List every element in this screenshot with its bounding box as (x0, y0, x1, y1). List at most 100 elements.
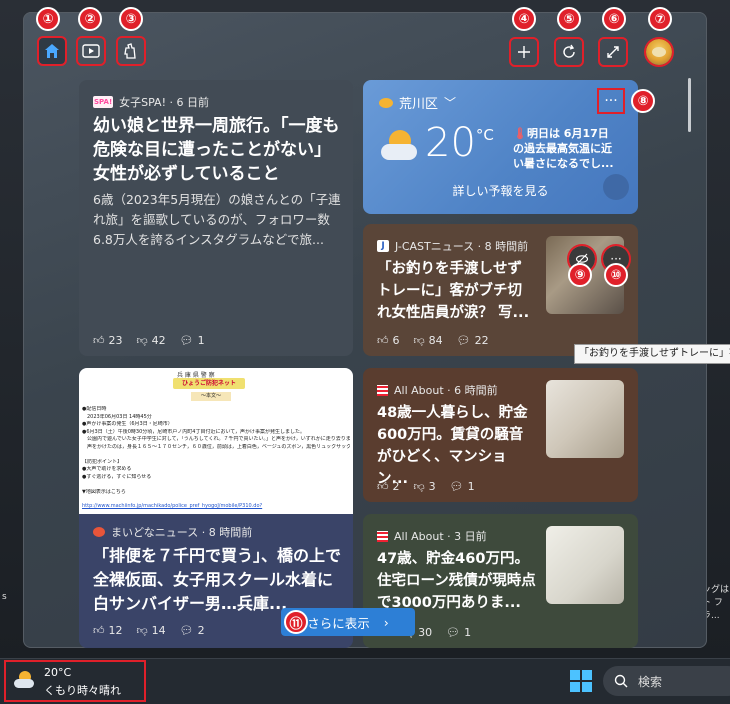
profile-button[interactable] (644, 37, 674, 67)
badge-11: ⑪ (284, 610, 308, 634)
sun-cloud-icon (379, 97, 393, 108)
comment-icon: 💬︎ (179, 624, 194, 637)
scrollbar[interactable] (688, 78, 691, 132)
dislike-button[interactable]: 👎︎ 3 (414, 480, 436, 493)
news-card-1[interactable]: SPA! 女子SPA! · 6 日前 幼い娘と世界一周旅行。「一度も危険な目に遭… (79, 80, 353, 356)
taskbar: 20°C くもり時々晴れ 検索 (0, 658, 730, 704)
home-button[interactable] (37, 36, 67, 66)
article-image[interactable]: 兵 庫 県 警 察 ひょうご防犯ネット ～本文～ ●配信日時 2023年06月0… (79, 368, 353, 514)
source-logo (377, 530, 388, 542)
comment-button[interactable]: 💬︎ 2 (180, 624, 205, 637)
reaction-bar: 👍︎ 6 👎︎ 84 💬︎ 22 (377, 334, 489, 347)
badge-5: ⑤ (557, 7, 581, 31)
taskbar-temp: 20°C (44, 666, 72, 679)
comment-icon: 💬︎ (446, 626, 461, 639)
image-text-line: 公園内で遊んでいた女子中学生に対して，「うんちしてくれ。７千円で買いたい。」と声… (82, 436, 350, 442)
news-card-3[interactable]: 兵 庫 県 警 察 ひょうご防犯ネット ～本文～ ●配信日時 2023年06月0… (79, 368, 353, 648)
start-button[interactable] (570, 670, 592, 692)
expand-icon (607, 46, 619, 58)
image-text-line: ▼地図表示はこちら (82, 488, 126, 495)
refresh-button[interactable] (554, 37, 584, 67)
chevron-down-icon[interactable]: ﹀ (444, 94, 456, 111)
reaction-bar: 👍︎ 12 👎︎ 14 💬︎ 2 (93, 624, 205, 637)
title-tooltip: 「お釣りを手渡しせずトレーに」客が (574, 344, 730, 364)
like-button[interactable]: 👍︎ 23 (93, 334, 123, 347)
thumbs-up-icon: 👍︎ (377, 480, 389, 493)
comment-button[interactable]: 💬︎ 1 (446, 626, 471, 639)
comment-button[interactable]: 💬︎ 1 (450, 480, 475, 493)
games-button[interactable] (116, 36, 146, 66)
reaction-bar: 👍︎ 2 👎︎ 3 💬︎ 1 (377, 480, 475, 493)
side-text-left: s (2, 592, 7, 602)
news-card-2[interactable]: J J-CASTニュース · 8 時間前 「お釣りを手渡しせずトレーに」客がブチ… (363, 224, 638, 356)
thumbs-down-icon: 👎︎ (136, 334, 148, 347)
search-placeholder: 検索 (638, 674, 663, 689)
image-text-line: 声をかけたのは，身長１６５～１７０センチ，６０歳位，前頭は，上着白色，ベージュの… (87, 443, 350, 450)
badge-4: ④ (512, 7, 536, 31)
weather-icon (379, 128, 423, 164)
badge-6: ⑥ (602, 7, 626, 31)
temp-unit: °C (475, 126, 494, 144)
comment-button[interactable]: 💬︎ 1 (180, 334, 205, 347)
search-icon (614, 674, 628, 688)
source-label: All About · 6 時間前 (394, 384, 498, 397)
like-button[interactable]: 👍︎ 6 (377, 334, 400, 347)
badge-1: ① (36, 7, 60, 31)
dislike-button[interactable]: 👎︎ 14 (137, 624, 166, 637)
expand-button[interactable] (598, 37, 628, 67)
taskbar-condition: くもり時々晴れ (44, 684, 121, 697)
article-thumbnail[interactable] (546, 380, 624, 458)
video-icon (82, 44, 100, 58)
article-title[interactable]: 48歳一人暮らし、貯金600万円。賃貸の騒音がひどく、マンション... (377, 402, 537, 490)
thumbs-up-icon: 👍︎ (377, 334, 389, 347)
weather-more-button[interactable]: ··· (597, 88, 625, 114)
thumbs-down-icon: 👎︎ (413, 480, 425, 493)
comment-icon: 💬︎ (179, 334, 194, 347)
badge-2: ② (78, 7, 102, 31)
source-logo: SPA! (93, 96, 114, 108)
thumbs-up-icon: 👍︎ (93, 624, 105, 637)
dislike-button[interactable]: 👎︎ 42 (137, 334, 166, 347)
video-button[interactable] (76, 36, 106, 66)
article-title[interactable]: 「お釣りを手渡しせずトレーに」客がブチ切れ女性店員が涙？ 写... (377, 258, 535, 324)
add-icon (518, 46, 530, 58)
image-text-line: 2023年06月03日 14時45分 (82, 413, 152, 420)
comment-icon: 💬︎ (456, 334, 471, 347)
image-text-block: ●配信日時 2023年06月03日 14時45分 ●声かけ事案の発生（6月3日・尼… (82, 406, 350, 496)
like-button[interactable]: 👍︎ 2 (377, 480, 400, 493)
forecast-link[interactable]: 詳しい予報を見る (363, 182, 638, 199)
image-text-line: ●配信日時 (82, 406, 107, 412)
article-title[interactable]: 「排便を７千円で買う」、橋の上で全裸仮面、女子用スクール水着に白サンバイザー男…… (93, 544, 345, 616)
weather-taskbar-widget[interactable]: 20°C くもり時々晴れ (4, 660, 146, 702)
image-text-line: ●6月3日（土）午後0時30分頃，尼崎市戸ノ内町4丁目付近において，声かけ事案が… (82, 428, 305, 435)
like-button[interactable]: 👍︎ 12 (93, 624, 123, 637)
thumbs-down-icon: 👎︎ (413, 334, 425, 347)
source-logo (93, 527, 105, 537)
badge-3: ③ (119, 7, 143, 31)
comment-button[interactable]: 💬︎ 22 (457, 334, 489, 347)
search-box[interactable]: 検索 (603, 666, 730, 696)
article-title[interactable]: 47歳、貯金460万円。住宅ローン残債が現時点で3000万円ありま... (377, 548, 537, 614)
weather-alert[interactable]: 🌡︎明日は 6月17日 の過去最高気温に近 い暑さになるでし... (513, 126, 631, 171)
image-text-line (82, 451, 350, 459)
weather-card[interactable]: 荒川区 ﹀ ··· 20 °C 🌡︎明日は 6月17日 の過去最高気温に近 い暑… (363, 80, 638, 214)
image-text-line: ●すぐ逃げる，すぐに知らせる (82, 473, 152, 480)
windows-icon (570, 670, 592, 692)
source-label: 女子SPA! · 6 日前 (119, 96, 209, 109)
article-thumbnail[interactable] (546, 526, 624, 604)
source-label: まいどなニュース · 8 時間前 (111, 526, 253, 539)
source-label: All About · 3 日前 (394, 530, 487, 543)
dislike-button[interactable]: 👎︎ 84 (414, 334, 443, 347)
image-text-line (82, 481, 350, 489)
thumbs-down-icon: 👎︎ (136, 624, 148, 637)
add-widget-button[interactable] (509, 37, 539, 67)
badge-7: ⑦ (648, 7, 672, 31)
refresh-icon (563, 44, 575, 58)
source-logo: J (377, 240, 389, 252)
news-card-4[interactable]: All About · 6 時間前 48歳一人暮らし、貯金600万円。賃貸の騒音… (363, 368, 638, 502)
weather-widget-logo (603, 174, 629, 200)
weather-location[interactable]: 荒川区 (399, 93, 438, 112)
source-label: J-CASTニュース · 8 時間前 (395, 240, 529, 253)
article-title[interactable]: 幼い娘と世界一周旅行。「一度も危険な目に遭ったことがない」女性が必ずしていること (93, 114, 345, 186)
thumbs-up-icon: 👍︎ (93, 334, 105, 347)
